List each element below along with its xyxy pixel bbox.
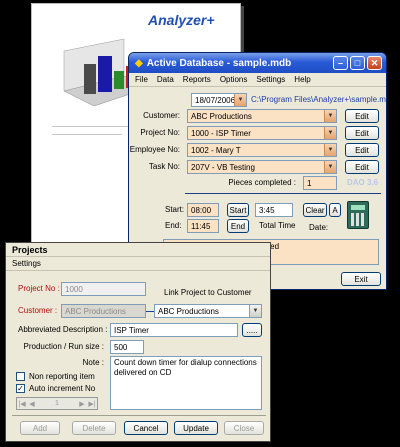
note-textarea[interactable]: Count down timer for dialup connections … <box>110 356 262 410</box>
task-combo[interactable]: 207V - VB Testing ▼ <box>187 160 337 174</box>
date-label: Date: <box>309 223 329 232</box>
menu-options[interactable]: Options <box>220 75 248 84</box>
task-value: 207V - VB Testing <box>191 163 255 172</box>
project-value: 1000 - ISP Timer <box>191 129 251 138</box>
delete-button[interactable]: Delete <box>72 421 116 435</box>
a-button[interactable]: A <box>329 203 341 217</box>
report-logo: Analyzer+ <box>148 12 215 28</box>
projects-menubar: Settings <box>6 257 270 271</box>
section-divider <box>185 193 381 194</box>
link-project-label: Link Project to Customer <box>164 288 252 297</box>
record-number: 1 <box>55 400 59 407</box>
chevron-down-icon[interactable]: ▼ <box>324 110 336 122</box>
close-icon[interactable]: ✕ <box>367 56 382 70</box>
non-reporting-checkbox[interactable] <box>16 372 25 381</box>
maximize-icon[interactable]: □ <box>350 56 365 70</box>
chevron-down-icon[interactable]: ▼ <box>324 127 336 139</box>
menu-settings[interactable]: Settings <box>256 75 285 84</box>
update-button[interactable]: Update <box>174 421 218 435</box>
last-record-icon[interactable]: ▶| <box>87 400 97 408</box>
link-connector <box>146 311 154 312</box>
edit-customer-button[interactable]: Edit <box>345 109 379 123</box>
customer-combo[interactable]: ABC Productions ▼ <box>187 109 337 123</box>
db-menubar: File Data Reports Options Settings Help <box>129 73 386 87</box>
production-label: Production / Run size : <box>23 342 104 351</box>
start-label: Start: <box>165 205 185 214</box>
non-reporting-label: Non reporting item <box>29 372 95 381</box>
calculator-icon[interactable] <box>347 201 369 229</box>
end-label: End: <box>165 221 182 230</box>
next-record-icon[interactable]: ▶ <box>77 400 87 408</box>
record-navigator: |◀ ◀ 1 ▶ ▶| <box>16 397 98 410</box>
chevron-down-icon[interactable]: ▼ <box>234 94 246 106</box>
clear-button[interactable]: Clear <box>303 203 327 217</box>
chevron-down-icon[interactable]: ▼ <box>324 144 336 156</box>
customer-label: Customer : <box>18 306 58 315</box>
db-titlebar[interactable]: ◆ Active Database - sample.mdb – □ ✕ <box>129 53 386 73</box>
cancel-button[interactable]: Cancel <box>124 421 168 435</box>
dao-version: DAO 3.6 <box>347 178 379 187</box>
menu-settings[interactable]: Settings <box>12 259 41 268</box>
total-time-field: 3:45 <box>255 203 293 217</box>
task-label: Task No: <box>148 162 180 171</box>
project-combo[interactable]: 1000 - ISP Timer ▼ <box>187 126 337 140</box>
date-picker[interactable]: 18/07/2006 ▼ <box>191 93 247 107</box>
date-value: 18/07/2006 <box>195 96 236 105</box>
start-time-field[interactable]: 08:00 <box>187 203 219 217</box>
browse-button[interactable]: ..... <box>242 323 262 337</box>
project-no-label: Project No : <box>18 284 60 293</box>
production-field[interactable]: 500 <box>110 340 144 354</box>
projects-window: Projects Settings Project No : 1000 Link… <box>5 242 271 442</box>
project-no-field[interactable]: 1000 <box>61 282 146 296</box>
app-icon: ◆ <box>135 57 143 69</box>
chevron-down-icon[interactable]: ▼ <box>249 305 261 317</box>
menu-help[interactable]: Help <box>294 75 310 84</box>
employee-value: 1002 - Mary T <box>191 146 241 155</box>
close-button[interactable]: Close <box>224 421 264 435</box>
abbrev-field[interactable]: ISP Timer <box>110 323 238 337</box>
customer-value: ABC Productions <box>191 112 252 121</box>
minimize-icon[interactable]: – <box>333 56 348 70</box>
start-button[interactable]: Start <box>227 203 249 217</box>
projects-window-title: Projects <box>12 244 48 255</box>
project-label: Project No: <box>140 128 180 137</box>
customer-link-value: ABC Productions <box>158 307 219 316</box>
chevron-down-icon[interactable]: ▼ <box>324 161 336 173</box>
edit-employee-button[interactable]: Edit <box>345 143 379 157</box>
prev-record-icon[interactable]: ◀ <box>27 400 37 408</box>
menu-data[interactable]: Data <box>157 75 174 84</box>
end-button[interactable]: End <box>227 219 249 233</box>
employee-combo[interactable]: 1002 - Mary T ▼ <box>187 143 337 157</box>
abbrev-label: Abbreviated Description : <box>18 325 108 334</box>
first-record-icon[interactable]: |◀ <box>17 400 27 408</box>
db-window-title: Active Database - sample.mdb <box>146 57 292 69</box>
menu-file[interactable]: File <box>135 75 148 84</box>
add-button[interactable]: Add <box>20 421 60 435</box>
customer-readonly-field: ABC Productions <box>61 304 146 318</box>
pieces-label: Pieces completed : <box>228 178 296 187</box>
employee-label: Employee No: <box>129 145 180 154</box>
total-time-label: Total Time <box>259 221 296 230</box>
exit-button[interactable]: Exit <box>341 272 381 286</box>
customer-label: Customer: <box>143 111 180 120</box>
projects-titlebar[interactable]: Projects <box>6 243 270 257</box>
edit-task-button[interactable]: Edit <box>345 160 379 174</box>
menu-reports[interactable]: Reports <box>183 75 211 84</box>
pieces-field[interactable]: 1 <box>303 176 337 190</box>
end-time-field[interactable]: 11:45 <box>187 219 219 233</box>
edit-project-button[interactable]: Edit <box>345 126 379 140</box>
customer-link-combo[interactable]: ABC Productions ▼ <box>154 304 262 318</box>
note-label: Note : <box>82 358 104 367</box>
auto-increment-checkbox[interactable]: ✓ <box>16 384 25 393</box>
auto-increment-label: Auto increment No <box>29 384 96 393</box>
database-path: C:\Program Files\Analyzer+\sample.mdb <box>251 95 387 104</box>
bottom-divider <box>12 415 266 416</box>
